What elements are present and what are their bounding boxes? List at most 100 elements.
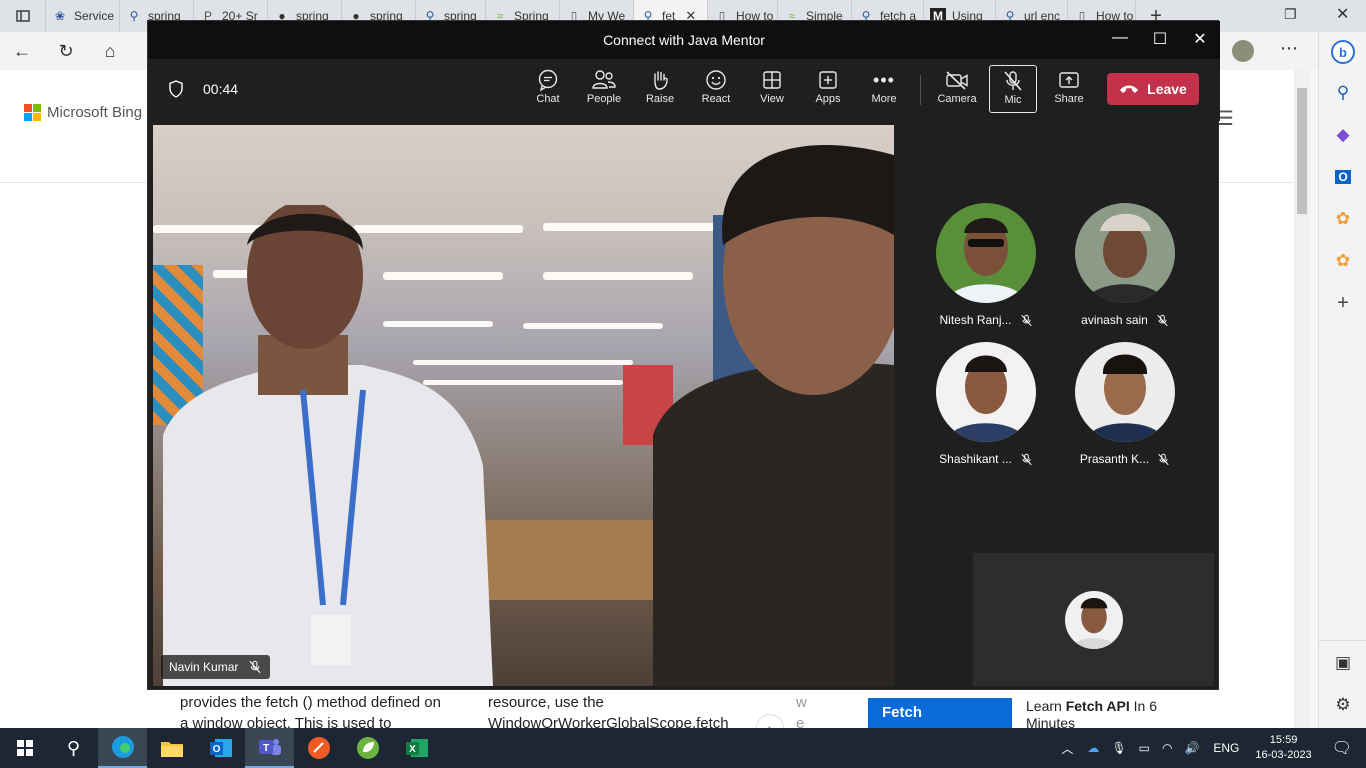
result-snippet: w e: [796, 694, 807, 728]
outlook-button[interactable]: O: [1319, 156, 1366, 198]
raise-hand-icon: [654, 71, 668, 90]
participant-tile[interactable]: Shashikant ...: [916, 342, 1056, 466]
battery-icon[interactable]: ▭: [1139, 741, 1150, 755]
wifi-icon[interactable]: ◠: [1162, 741, 1172, 755]
chat-button[interactable]: Chat: [521, 67, 575, 105]
collections-icon: ◆: [1336, 125, 1350, 144]
close-icon[interactable]: ✕: [1189, 29, 1211, 49]
participant-tile[interactable]: Prasanth K...: [1055, 342, 1195, 466]
participant-tile[interactable]: Nitesh Ranj...: [916, 203, 1056, 327]
back-button[interactable]: ←: [0, 32, 44, 70]
bing-logo[interactable]: Microsoft Bing: [24, 104, 142, 121]
taskbar-excel[interactable]: X: [392, 728, 441, 768]
svg-text:X: X: [409, 744, 416, 755]
teams-title-bar: Connect with Java Mentor — ☐ ✕: [148, 21, 1220, 59]
taskbar-search-button[interactable]: ⚲: [49, 728, 98, 768]
people-button[interactable]: People: [577, 67, 631, 105]
maximize-icon[interactable]: ☐: [1149, 29, 1171, 49]
speaker-name-tag: Navin Kumar: [161, 655, 271, 679]
participant-name: Nitesh Ranj...: [939, 313, 1032, 327]
windows-taskbar: ⚲ O T X ︿ ☁ 🎙 ▭ ◠ 🔊 ENG 15:59 16-03-2023…: [0, 728, 1366, 768]
leave-button[interactable]: Leave: [1107, 73, 1199, 105]
taskbar-outlook[interactable]: O: [196, 728, 245, 768]
avatar: [1075, 203, 1175, 303]
view-button[interactable]: View: [745, 67, 799, 105]
participant-tile[interactable]: avinash sain: [1055, 203, 1195, 327]
system-tray: ︿ ☁ 🎙 ▭ ◠ 🔊 ENG 15:59 16-03-2023 🗨: [1053, 728, 1366, 768]
taskbar-postman[interactable]: [294, 728, 343, 768]
outlook-icon: O: [1335, 170, 1351, 184]
meeting-timer: 00:44: [203, 81, 239, 97]
video-detail: [523, 323, 663, 329]
collections-button[interactable]: ◆: [1319, 114, 1366, 156]
mic-off-icon: [1157, 314, 1168, 326]
grid-view-icon: [763, 71, 781, 89]
language-indicator[interactable]: ENG: [1213, 741, 1239, 755]
more-menu-icon[interactable]: ⋯: [1280, 38, 1298, 59]
result-snippet: provides the fetch () method defined on …: [180, 694, 441, 728]
page-scrollbar[interactable]: [1294, 70, 1310, 728]
gear-icon: ⚙: [1335, 695, 1351, 714]
scrollbar-thumb[interactable]: [1297, 88, 1307, 214]
taskbar-spring-tool[interactable]: [343, 728, 392, 768]
extension-button[interactable]: ✿: [1319, 198, 1366, 240]
raise-hand-button[interactable]: Raise: [633, 67, 687, 105]
svg-text:T: T: [262, 743, 268, 754]
react-button[interactable]: React: [689, 67, 743, 105]
chat-icon: [538, 69, 558, 91]
search-sidebar-button[interactable]: ⚲: [1319, 72, 1366, 114]
microphone-icon[interactable]: 🎙: [1111, 741, 1126, 755]
share-button[interactable]: Share: [1042, 67, 1096, 105]
search-icon: ⚲: [66, 737, 81, 758]
start-button[interactable]: [0, 728, 49, 768]
mic-button[interactable]: Mic: [989, 65, 1037, 113]
tab-actions-button[interactable]: [0, 0, 46, 32]
smiley-icon: [706, 70, 726, 90]
clock[interactable]: 15:59 16-03-2023: [1255, 733, 1311, 763]
teams-icon: T: [258, 739, 281, 755]
excel-icon: X: [405, 739, 428, 757]
related-video-title: Learn Fetch API In 6 Minutes: [1026, 698, 1157, 731]
profile-avatar[interactable]: [1232, 40, 1254, 62]
refresh-button[interactable]: ↻: [44, 32, 88, 70]
taskbar-teams[interactable]: T: [245, 728, 294, 768]
taskbar-file-explorer[interactable]: [147, 728, 196, 768]
extension-button[interactable]: ✿: [1319, 240, 1366, 282]
search-icon: ⚲: [1336, 83, 1350, 102]
main-video-feed[interactable]: Navin Kumar: [153, 125, 894, 686]
chevron-up-icon[interactable]: ︿: [1061, 740, 1073, 757]
related-video-card[interactable]: Fetch Learn Fetch API In 6 Minutes: [868, 698, 1196, 732]
plus-icon: +: [1337, 291, 1349, 314]
tab-actions-icon: [15, 10, 30, 22]
meeting-toolbar: 00:44 Chat People Raise React View Apps …: [148, 59, 1220, 121]
close-window-icon[interactable]: ✕: [1336, 4, 1349, 24]
browser-tab[interactable]: ❀ Service: [46, 0, 120, 32]
video-person: [163, 205, 493, 686]
home-button[interactable]: ⌂: [88, 32, 132, 70]
onedrive-icon[interactable]: ☁: [1087, 741, 1099, 755]
teams-meeting-window: Connect with Java Mentor — ☐ ✕ 00:44 Cha…: [147, 20, 1220, 690]
bing-chat-button[interactable]: b: [1319, 32, 1366, 72]
notification-icon[interactable]: 🗨: [1332, 738, 1352, 758]
camera-button[interactable]: Camera: [930, 67, 984, 105]
participant-name: Prasanth K...: [1080, 452, 1170, 466]
camera-off-icon: [946, 71, 968, 90]
window-title: Connect with Java Mentor: [603, 32, 765, 48]
hide-sidebar-button[interactable]: ▣: [1319, 642, 1366, 684]
settings-button[interactable]: ⚙: [1319, 684, 1366, 726]
taskbar-edge[interactable]: [98, 728, 147, 768]
more-button[interactable]: ••• More: [857, 67, 911, 106]
restore-window-icon[interactable]: ❐: [1284, 6, 1297, 23]
apps-button[interactable]: Apps: [801, 67, 855, 105]
minimize-icon[interactable]: —: [1109, 29, 1131, 47]
video-person: [653, 145, 894, 686]
outlook-icon: O: [209, 739, 232, 757]
bing-chat-icon: b: [1331, 40, 1355, 64]
self-view-tile[interactable]: [973, 553, 1214, 686]
participant-name: avinash sain: [1081, 313, 1169, 327]
video-thumbnail: Fetch: [868, 698, 1012, 728]
avatar: [1065, 591, 1123, 649]
add-sidebar-app-button[interactable]: +: [1319, 282, 1366, 324]
volume-icon[interactable]: 🔊: [1184, 741, 1199, 755]
participant-name: Shashikant ...: [939, 452, 1033, 466]
